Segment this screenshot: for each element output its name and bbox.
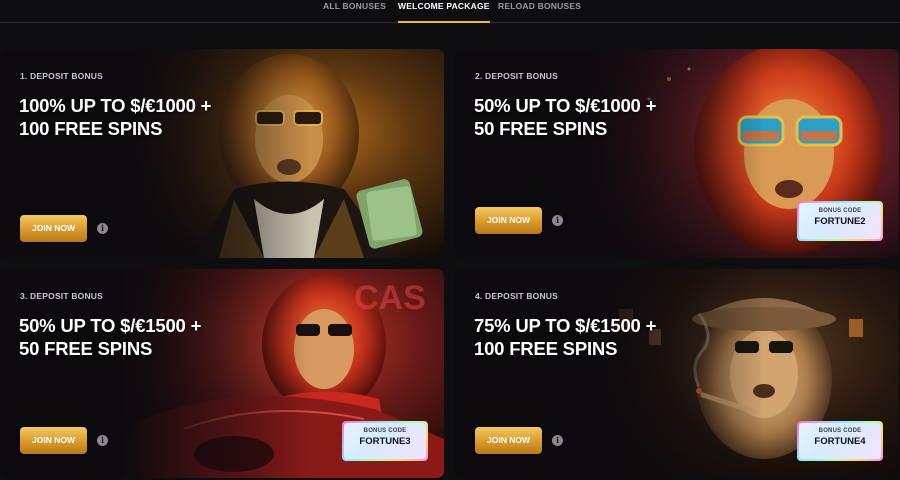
bonus-headline-line2: 50 FREE SPINS <box>19 338 153 359</box>
bonus-headline: 100% UP TO $/€1000 + 100 FREE SPINS <box>19 94 279 140</box>
bonus-headline-line1: 50% UP TO $/€1000 + <box>474 95 657 116</box>
info-icon[interactable]: i <box>552 215 563 226</box>
bonus-code-caption: BONUS CODE <box>818 208 862 214</box>
bonus-headline-line1: 50% UP TO $/€1500 + <box>19 315 202 336</box>
bonus-code-box[interactable]: BONUS CODE FORTUNE3 <box>342 421 428 461</box>
bonus-code-caption: BONUS CODE <box>363 428 407 434</box>
join-now-button[interactable]: JOIN NOW <box>20 215 87 242</box>
tab-reload-bonuses[interactable]: RELOAD BONUSES <box>498 0 581 21</box>
bonus-tabs: ALL BONUSES WELCOME PACKAGE RELOAD BONUS… <box>0 0 900 23</box>
bonus-code-box[interactable]: BONUS CODE FORTUNE2 <box>797 201 883 241</box>
join-now-button[interactable]: JOIN NOW <box>20 427 87 454</box>
bonus-code-value: FORTUNE4 <box>814 436 866 447</box>
bonus-code-box[interactable]: BONUS CODE FORTUNE4 <box>797 421 883 461</box>
deposit-bonus-label: 1. DEPOSIT BONUS <box>20 71 104 81</box>
bonus-headline-line1: 75% UP TO $/€1500 + <box>474 315 657 336</box>
join-now-button[interactable]: JOIN NOW <box>475 207 542 234</box>
bonus-headline: 50% UP TO $/€1500 + 50 FREE SPINS <box>19 314 279 360</box>
bonus-code-inner: BONUS CODE FORTUNE2 <box>799 203 881 239</box>
bonus-headline: 75% UP TO $/€1500 + 100 FREE SPINS <box>474 314 734 360</box>
deposit-bonus-label: 3. DEPOSIT BONUS <box>20 291 104 301</box>
deposit-bonus-label: 4. DEPOSIT BONUS <box>475 291 559 301</box>
tab-all-bonuses[interactable]: ALL BONUSES <box>323 0 386 21</box>
bonus-headline: 50% UP TO $/€1000 + 50 FREE SPINS <box>474 94 734 140</box>
bonus-headline-line2: 100 FREE SPINS <box>19 118 163 139</box>
deposit-bonus-label: 2. DEPOSIT BONUS <box>475 71 559 81</box>
bonus-code-inner: BONUS CODE FORTUNE4 <box>799 423 881 459</box>
bonus-code-value: FORTUNE2 <box>814 216 866 227</box>
bonus-card-3: CAS 3. DEPOSIT BONUS 50% UP TO $/€1500 +… <box>0 269 444 478</box>
tab-welcome-package[interactable]: WELCOME PACKAGE <box>398 0 490 23</box>
join-now-button[interactable]: JOIN NOW <box>475 427 542 454</box>
bonus-headline-line2: 50 FREE SPINS <box>474 118 608 139</box>
info-icon[interactable]: i <box>552 435 563 446</box>
bonus-code-value: FORTUNE3 <box>359 436 411 447</box>
bonus-headline-line2: 100 FREE SPINS <box>474 338 618 359</box>
bonus-headline-line1: 100% UP TO $/€1000 + <box>19 95 212 116</box>
info-icon[interactable]: i <box>97 435 108 446</box>
bonus-card-2: 2. DEPOSIT BONUS 50% UP TO $/€1000 + 50 … <box>455 49 899 258</box>
info-icon[interactable]: i <box>97 223 108 234</box>
bonus-card-1: 1. DEPOSIT BONUS 100% UP TO $/€1000 + 10… <box>0 49 444 258</box>
bonus-card-4: 4. DEPOSIT BONUS 75% UP TO $/€1500 + 100… <box>455 269 899 478</box>
bonus-code-inner: BONUS CODE FORTUNE3 <box>344 423 426 459</box>
bonus-code-caption: BONUS CODE <box>818 428 862 434</box>
